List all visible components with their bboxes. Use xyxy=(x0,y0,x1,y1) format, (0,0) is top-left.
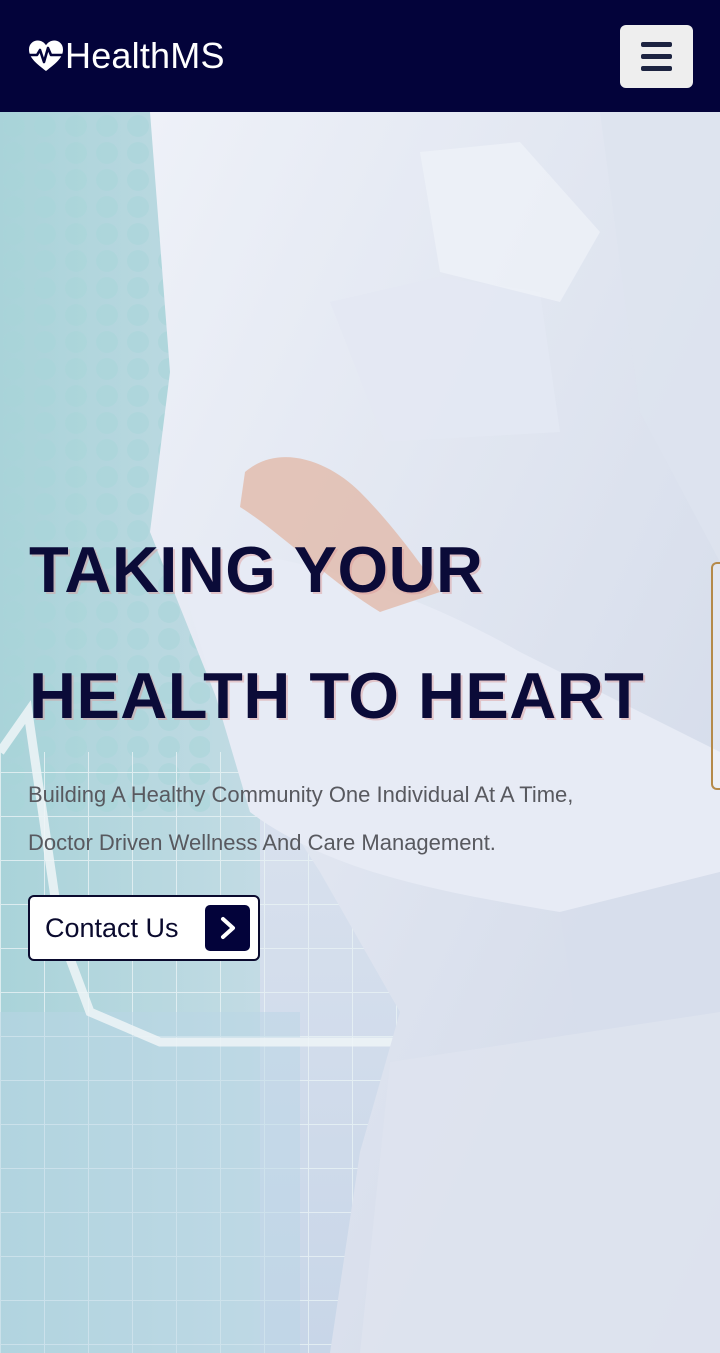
hero-subtext-line-2: Doctor Driven Wellness And Care Manageme… xyxy=(28,830,496,855)
brand-logo-link[interactable]: HealthMS xyxy=(28,35,225,77)
menu-toggle-button[interactable] xyxy=(620,24,693,88)
chevron-right-icon xyxy=(205,905,250,951)
heart-pulse-icon xyxy=(28,40,64,71)
contact-us-label: Contact Us xyxy=(45,912,179,943)
hamburger-bar xyxy=(641,65,672,71)
brand-name: HealthMS xyxy=(65,35,225,76)
hero-headline-line-1: TAKING YOUR xyxy=(29,533,484,606)
scroll-indicator[interactable] xyxy=(711,562,720,790)
hero-subtext-line-1: Building A Healthy Community One Individ… xyxy=(28,782,574,807)
hamburger-bar xyxy=(641,53,672,59)
contact-us-button[interactable]: Contact Us xyxy=(28,895,260,961)
hero-section: TAKING YOUR HEALTH TO HEART Building A H… xyxy=(0,112,720,1353)
navbar: HealthMS xyxy=(0,0,720,112)
hero-headline-line-2: HEALTH TO HEART xyxy=(29,659,645,732)
hamburger-menu-icon xyxy=(641,41,672,47)
